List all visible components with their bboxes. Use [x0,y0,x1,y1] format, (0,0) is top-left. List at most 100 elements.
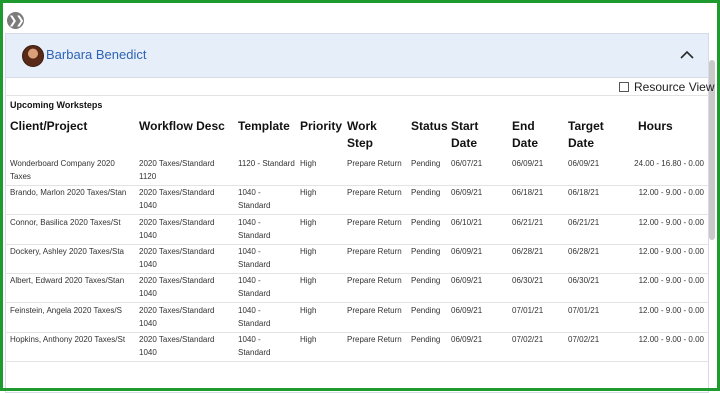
cell-end-date: 06/28/21 [512,245,543,258]
table-row[interactable]: Wonderboard Company 2020 Taxes 2020 Taxes/… [5,156,709,186]
cell-client-text: Albert, Edward 2020 Taxes/Stan [10,276,125,286]
cell-target-date-text: 06/28/21 [568,246,600,256]
cell-target-date-text: 06/30/21 [568,276,600,286]
col-header-end-date[interactable]: End Date [512,118,538,152]
cell-priority-text: High [300,159,317,168]
cell-status: Pending [411,216,440,229]
cell-hours-text: 12.00 - 9.00 - 0.00 [638,276,704,286]
cell-template-text: 1040 - [238,305,261,315]
cell-client: Connor, Basilica 2020 Taxes/St [10,216,121,229]
cell-priority-text: High [300,217,317,227]
col-header-priority[interactable]: Priority [300,118,342,135]
cell-work-step: Prepare Return [347,157,402,170]
cell-hours: 12.00 - 9.00 - 0.00 [639,274,704,287]
cell-workflow-text: 2020 Taxes/Standard [139,159,215,168]
cell-hours-text: 12.00 - 9.00 - 0.00 [638,217,704,227]
cell-status: Pending [411,245,440,258]
divider [5,95,709,96]
cell-end-date-text: 06/09/21 [512,159,544,168]
cell-end-date: 07/01/21 [512,304,543,317]
cell-end-date: 06/09/21 [512,157,543,170]
cell-status: Pending [411,186,440,199]
col-header-template[interactable]: Template [238,118,290,135]
cell-priority: High [300,245,316,258]
cell-template-text: 1040 - [238,217,261,227]
cell-priority-text: High [300,276,317,286]
cell-start-date-text: 06/09/21 [451,188,483,198]
cell-template: 1120 - Standard [238,157,295,170]
cell-workflow-text: 2020 Taxes/Standard [139,188,215,198]
col-header-target-date[interactable]: Target Date [568,118,604,152]
cell-template: 1040 - Standard [238,304,270,330]
cell-workflow: 2020 Taxes/Standard 1040 [139,304,214,330]
cell-end-date-text: 07/02/21 [512,334,544,344]
cell-end-date: 06/21/21 [512,216,543,229]
cell-work-step-text: Prepare Return [347,334,402,344]
cell-client: Feinstein, Angela 2020 Taxes/S [10,304,122,317]
cell-end-date-text: 07/01/21 [512,305,544,315]
chevron-up-icon[interactable] [678,46,696,64]
col-header-work-step[interactable]: Work Step [347,118,377,152]
col-header-start-date[interactable]: Start Date [451,118,478,152]
col-header-hours[interactable]: Hours [638,118,673,135]
table-row[interactable]: Hopkins, Anthony 2020 Taxes/St 2020 Taxes… [5,332,709,362]
table-row[interactable]: Albert, Edward 2020 Taxes/Stan 2020 Taxes… [5,273,709,304]
cell-template-text: 1040 - [238,276,261,286]
cell-work-step-text: Prepare Return [347,305,402,315]
col-header-status[interactable]: Status [411,118,448,135]
cell-end-date-text: 06/28/21 [512,246,544,256]
cell-start-date-text: 06/07/21 [451,159,483,168]
cell-work-step-text: Prepare Return [347,217,402,227]
table-row[interactable]: Brando, Marlon 2020 Taxes/Stan 2020 Taxes… [5,185,709,216]
cell-template: 1040 - Standard [238,186,270,212]
cell-status: Pending [411,304,440,317]
cell-start-date-text: 06/10/21 [451,217,483,227]
col-header-workflow[interactable]: Workflow Desc [139,118,225,135]
user-name[interactable]: Barbara Benedict [46,47,146,62]
cell-start-date-text: 06/09/21 [451,334,483,344]
cell-start-date-text: 06/09/21 [451,305,483,315]
cell-target-date: 06/28/21 [568,245,599,258]
cell-client: Brando, Marlon 2020 Taxes/Stan [10,186,126,199]
cell-workflow: 2020 Taxes/Standard 1040 [139,216,214,242]
resource-view-checkbox[interactable] [619,82,629,92]
cell-workflow-text: 2020 Taxes/Standard [139,334,215,344]
table-row[interactable]: Connor, Basilica 2020 Taxes/St 2020 Taxes… [5,215,709,245]
cell-work-step: Prepare Return [347,274,402,287]
table-row[interactable]: Dockery, Ashley 2020 Taxes/Sta 2020 Taxes… [5,244,709,274]
cell-start-date-text: 06/09/21 [451,246,483,256]
resource-view-toggle[interactable]: Resource View [619,80,714,94]
table-row[interactable]: Feinstein, Angela 2020 Taxes/S 2020 Taxes… [5,303,709,333]
cell-template-text: 1040 - [238,188,261,198]
cell-workflow: 2020 Taxes/Standard 1040 [139,333,214,359]
cell-end-date-text: 06/30/21 [512,276,544,286]
cell-target-date: 07/01/21 [568,304,599,317]
double-chevron-right-icon[interactable]: ❯❯ [7,12,25,29]
cell-template-text: Standard [238,201,271,211]
cell-hours-text: 12.00 - 9.00 - 0.00 [638,334,704,344]
cell-template-text: Standard [238,347,271,357]
cell-status: Pending [411,333,440,346]
cell-workflow-text: 2020 Taxes/Standard [139,305,215,315]
cell-status-text: Pending [411,159,441,168]
cell-priority: High [300,274,316,287]
cell-priority: High [300,157,316,170]
cell-start-date: 06/09/21 [451,304,482,317]
cell-hours-text: 24.00 - 16.80 - 0.00 [634,159,704,168]
cell-hours: 12.00 - 9.00 - 0.00 [639,333,704,346]
col-header-client[interactable]: Client/Project [10,118,87,135]
cell-start-date: 06/10/21 [451,216,482,229]
cell-workflow-text: 1040 [139,318,157,328]
cell-start-date: 06/09/21 [451,274,482,287]
cell-end-date-text: 06/18/21 [512,188,544,198]
cell-target-date-text: 06/18/21 [568,188,600,198]
cell-priority: High [300,333,316,346]
cell-status-text: Pending [411,276,441,286]
panel-header[interactable]: Barbara Benedict [6,34,708,78]
cell-status: Pending [411,274,440,287]
cell-start-date: 06/09/21 [451,333,482,346]
cell-client-text: Brando, Marlon 2020 Taxes/Stan [10,188,127,198]
cell-priority-text: High [300,246,317,256]
cell-template: 1040 - Standard [238,216,270,242]
cell-status-text: Pending [411,217,441,227]
